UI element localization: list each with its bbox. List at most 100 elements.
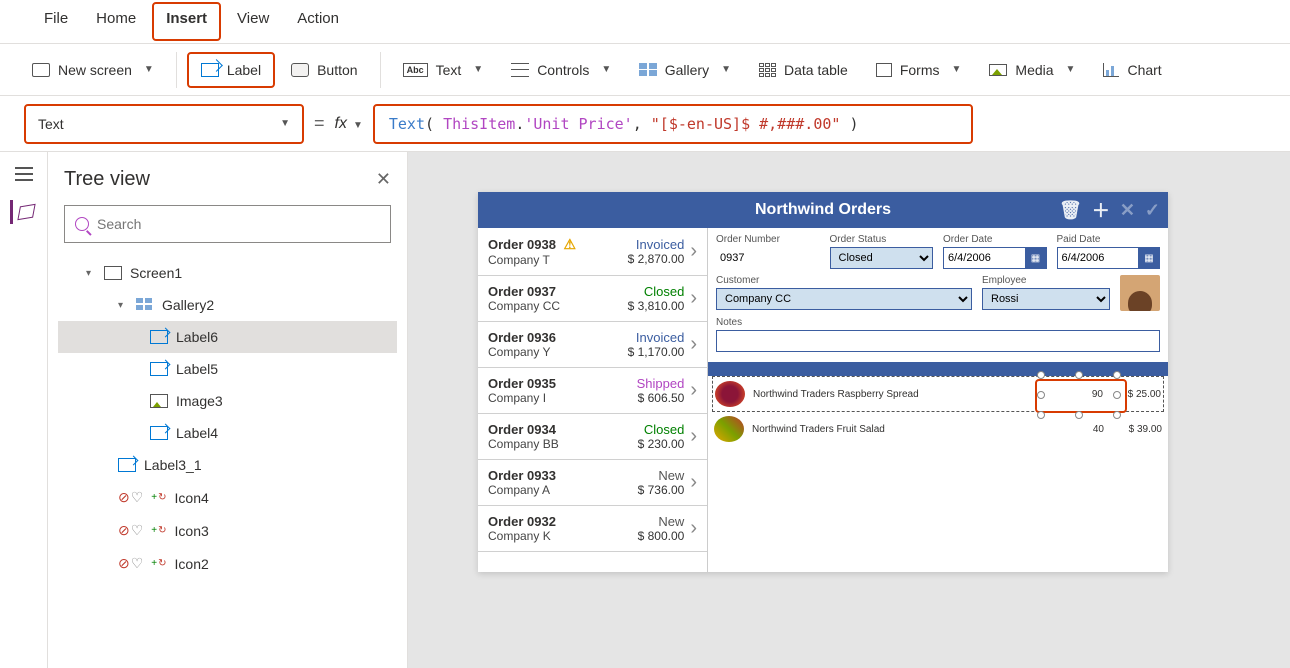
caret-icon: ▾ (86, 268, 96, 279)
gallery-icon (136, 298, 154, 312)
button-button[interactable]: Button (279, 54, 369, 86)
menu-bar: File Home Insert View Action (0, 0, 1290, 44)
icon-icon: +↻ (151, 558, 166, 569)
property-selector[interactable]: Text ▼ (24, 104, 304, 144)
menu-file[interactable]: File (30, 0, 82, 43)
tree-item-label6[interactable]: Label6 (58, 321, 397, 353)
field-label: Paid Date (1057, 234, 1161, 245)
order-row[interactable]: Order 0935Company IShipped$ 606.50› (478, 368, 707, 414)
search-field[interactable] (97, 216, 380, 232)
tree-label: Label4 (176, 425, 218, 441)
product-name: Northwind Traders Fruit Salad (752, 424, 1066, 435)
icon-icon: +↻ (151, 525, 166, 536)
media-dropdown[interactable]: Media ▼ (977, 54, 1087, 86)
tree-label: Image3 (176, 393, 223, 409)
order-row[interactable]: Order 0933Company ANew$ 736.00› (478, 460, 707, 506)
tree-label: Screen1 (130, 265, 182, 281)
order-row[interactable]: Order 0936Company YInvoiced$ 1,170.00› (478, 322, 707, 368)
calendar-icon[interactable]: ▦ (1025, 247, 1047, 269)
calendar-icon[interactable]: ▦ (1138, 247, 1160, 269)
data-table-label: Data table (784, 62, 848, 78)
notes-input[interactable] (716, 330, 1160, 352)
media-label: Media (1015, 62, 1053, 78)
formula-input[interactable]: Text( ThisItem.'Unit Price', "[$-en-US]$… (373, 104, 973, 144)
quantity: 40 (1074, 424, 1104, 435)
canvas[interactable]: Northwind Orders 🗑 ＋ ✕ ✓ Order 0938 ⚠Com… (408, 152, 1290, 668)
tree-item-screen1[interactable]: ▾ Screen1 (58, 257, 397, 289)
field-label: Order Date (943, 234, 1047, 245)
tree-label: Gallery2 (162, 297, 214, 313)
tree-item-label3-1[interactable]: Label3_1 (58, 449, 397, 481)
icon-icon: +↻ (151, 492, 166, 503)
menu-action[interactable]: Action (283, 0, 353, 43)
caret-icon: ▾ (118, 300, 128, 311)
menu-home[interactable]: Home (82, 0, 150, 43)
order-row[interactable]: Order 0934Company BBClosed$ 230.00› (478, 414, 707, 460)
fx-label: fx▼ (335, 115, 363, 133)
text-dropdown[interactable]: Abc Text ▼ (391, 54, 496, 86)
line-item-row[interactable]: Northwind Traders Fruit Salad40$ 39.00 (712, 412, 1164, 446)
tree-item-image3[interactable]: Image3 (58, 385, 397, 417)
field-label: Order Status (830, 234, 934, 245)
order-date-input[interactable] (943, 247, 1025, 269)
formula-function: Text (389, 115, 425, 133)
screen-icon (104, 266, 122, 280)
left-rail (0, 152, 48, 668)
search-input[interactable] (64, 205, 391, 243)
customer-select[interactable]: Company CC (716, 288, 972, 310)
search-icon (75, 217, 89, 231)
delete-icon[interactable]: 🗑 (1059, 200, 1082, 221)
controls-dropdown[interactable]: Controls ▼ (499, 54, 623, 86)
employee-select[interactable]: Rossi (982, 288, 1110, 310)
hamburger-button[interactable] (12, 162, 36, 186)
label-icon (118, 458, 136, 472)
chevron-right-icon: › (690, 517, 697, 540)
menu-insert[interactable]: Insert (152, 2, 221, 41)
icon-icon: ⊘♡ (118, 555, 143, 572)
paid-date-input[interactable] (1057, 247, 1139, 269)
label-icon (150, 362, 168, 376)
formula-bar: Text ▼ = fx▼ Text( ThisItem.'Unit Price'… (0, 96, 1290, 152)
tree-item-icon4[interactable]: ⊘♡ +↻ Icon4 (58, 481, 397, 514)
menu-view[interactable]: View (223, 0, 283, 43)
chevron-right-icon: › (690, 240, 697, 263)
controls-icon (511, 63, 529, 77)
forms-dropdown[interactable]: Forms ▼ (864, 54, 974, 86)
main-area: Tree view ✕ ▾ Screen1 ▾ Gallery2 (0, 152, 1290, 668)
ribbon-toolbar: New screen ▼ Label Button Abc Text ▼ Con… (0, 44, 1290, 96)
icon-icon: ⊘♡ (118, 522, 143, 539)
confirm-icon[interactable]: ✓ (1145, 200, 1160, 221)
resize-handles[interactable] (1041, 375, 1117, 415)
separator (176, 52, 177, 88)
chevron-right-icon: › (690, 379, 697, 402)
order-row[interactable]: Order 0937Company CCClosed$ 3,810.00› (478, 276, 707, 322)
tree-item-label5[interactable]: Label5 (58, 353, 397, 385)
chevron-down-icon: ▼ (280, 118, 290, 129)
close-icon[interactable]: ✕ (376, 169, 391, 190)
tree-item-label4[interactable]: Label4 (58, 417, 397, 449)
orders-list[interactable]: Order 0938 ⚠Company TInvoiced$ 2,870.00›… (478, 228, 708, 572)
gallery-dropdown[interactable]: Gallery ▼ (627, 54, 743, 86)
add-icon[interactable]: ＋ (1092, 197, 1110, 223)
new-screen-button[interactable]: New screen ▼ (20, 54, 166, 86)
order-row[interactable]: Order 0938 ⚠Company TInvoiced$ 2,870.00› (478, 228, 707, 276)
tree-item-icon3[interactable]: ⊘♡ +↻ Icon3 (58, 514, 397, 547)
order-number-input[interactable] (716, 247, 820, 269)
app-header: Northwind Orders 🗑 ＋ ✕ ✓ (478, 192, 1168, 228)
chart-dropdown[interactable]: Chart (1091, 54, 1173, 86)
data-table-button[interactable]: Data table (747, 54, 860, 86)
screen-icon (32, 63, 50, 77)
layers-button[interactable] (10, 200, 34, 224)
chevron-down-icon: ▼ (952, 64, 962, 75)
order-detail: Order Number Order Status Closed Order D… (708, 228, 1168, 572)
label-icon (150, 426, 168, 440)
product-image (715, 381, 745, 407)
order-row[interactable]: Order 0932Company KNew$ 800.00› (478, 506, 707, 552)
tree-item-gallery2[interactable]: ▾ Gallery2 (58, 289, 397, 321)
label-btn-label: Label (227, 62, 261, 78)
order-status-select[interactable]: Closed (830, 247, 934, 269)
line-item-row[interactable]: Northwind Traders Raspberry Spread90I$ 2… (712, 376, 1164, 412)
tree-item-icon2[interactable]: ⊘♡ +↻ Icon2 (58, 547, 397, 580)
label-button[interactable]: Label (187, 52, 275, 88)
cancel-icon[interactable]: ✕ (1120, 200, 1135, 221)
